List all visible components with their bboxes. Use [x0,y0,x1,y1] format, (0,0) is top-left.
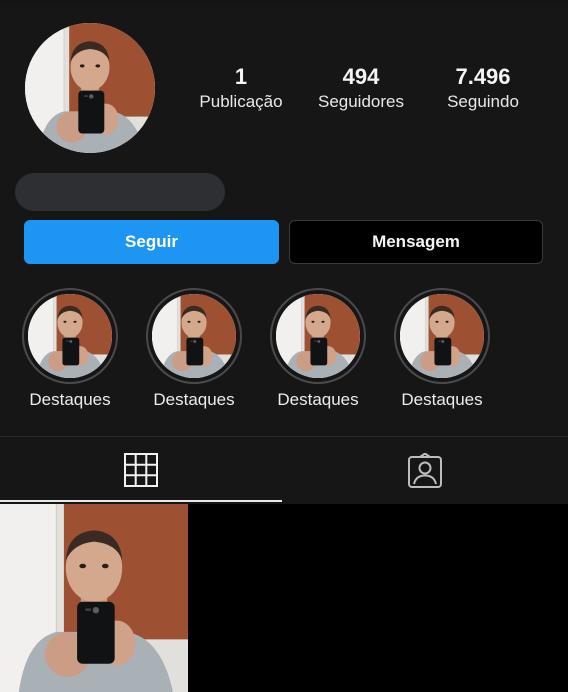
post-thumbnail[interactable] [0,504,188,692]
highlight-thumbnail [276,294,360,378]
posts-label: Publicação [199,92,283,111]
highlight-thumbnail [28,294,112,378]
active-tab-indicator [0,500,282,502]
highlight-photo [400,294,484,378]
posts-count: 1 [234,64,248,89]
highlight-photo [152,294,236,378]
post-photo [0,504,188,692]
highlight-thumbnail [152,294,236,378]
following-label: Seguindo [447,92,519,111]
stat-following[interactable]: 7.496 Seguindo [428,64,538,114]
tabs-divider [0,436,568,437]
stat-posts[interactable]: 1 Publicação [186,64,296,114]
tab-posts-grid[interactable] [124,453,158,492]
story-highlight[interactable]: Destaques [387,288,497,410]
highlight-ring [270,288,366,384]
story-highlight[interactable]: Destaques [139,288,249,410]
followers-count: 494 [342,64,380,89]
story-highlight[interactable]: Destaques [263,288,373,410]
highlight-label: Destaques [153,390,235,409]
highlight-label: Destaques [277,390,359,409]
tagged-person-icon [408,452,442,488]
highlight-ring [394,288,490,384]
followers-label: Seguidores [317,92,404,111]
highlight-ring [146,288,242,384]
message-button[interactable]: Mensagem [289,220,543,264]
following-count: 7.496 [455,64,511,89]
top-edge [0,0,568,4]
highlight-label: Destaques [29,390,111,409]
stat-followers[interactable]: 494 Seguidores [306,64,416,114]
highlight-photo [28,294,112,378]
grid-icon [124,453,158,487]
highlight-thumbnail [400,294,484,378]
profile-avatar[interactable] [25,23,155,153]
avatar-photo [25,23,155,153]
profile-name-redacted [15,173,225,211]
highlight-ring [22,288,118,384]
story-highlight[interactable]: Destaques [15,288,125,410]
highlight-photo [276,294,360,378]
tab-tagged[interactable] [407,452,443,494]
highlight-label: Destaques [401,390,483,409]
follow-button[interactable]: Seguir [24,220,279,264]
